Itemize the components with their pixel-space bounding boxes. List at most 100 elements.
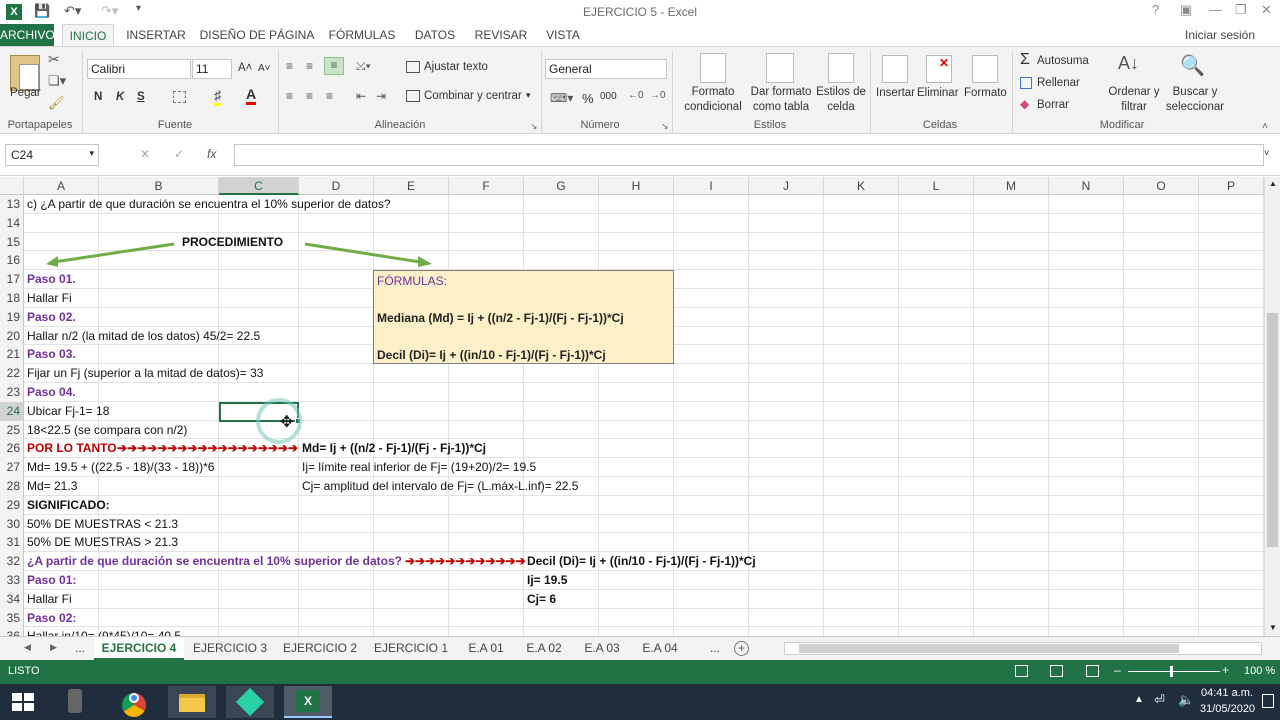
borders-icon[interactable] [173, 91, 186, 103]
signin-link[interactable]: Iniciar sesión [1180, 24, 1260, 46]
row-header[interactable]: 23 [0, 383, 24, 402]
number-launcher-icon[interactable]: ↘ [661, 121, 669, 132]
windows-start-icon[interactable] [12, 693, 34, 711]
row-header[interactable]: 19 [0, 307, 24, 327]
expand-formula-icon[interactable]: ˅ [1264, 148, 1269, 158]
row-header[interactable]: 24 [0, 401, 24, 421]
cell-text[interactable]: Ij= 19.5 [527, 571, 567, 590]
enter-formula-icon[interactable]: ✓ [174, 147, 184, 161]
bold-button[interactable]: N [94, 91, 102, 103]
cell-text[interactable]: Paso 02. [27, 308, 76, 327]
hscroll-thumb[interactable] [799, 644, 1179, 653]
font-name-select[interactable]: Calibri [87, 59, 191, 79]
cell-text[interactable]: Ij= límite real inferior de Fj= (19+20)/… [302, 458, 536, 477]
select-all-corner[interactable] [0, 177, 24, 195]
cell-styles-icon[interactable] [828, 53, 854, 83]
align-middle-icon[interactable]: ≡ [306, 59, 313, 73]
sheet-tab-ejercicio-4[interactable]: EJERCICIO 4 [94, 637, 184, 660]
autosum-button[interactable]: Autosuma [1037, 55, 1089, 67]
row-header[interactable]: 31 [0, 533, 24, 553]
sort-filter-icon[interactable]: A↓ [1118, 53, 1139, 74]
tab-diseno[interactable]: DISEÑO DE PÁGINA [198, 24, 316, 46]
zoom-out-icon[interactable]: – [1114, 663, 1121, 677]
column-header-c[interactable]: C [219, 177, 299, 195]
cell-text[interactable]: Hallar Fi [27, 289, 72, 308]
cell-text[interactable]: Fijar un Fj (superior a la mitad de dato… [27, 364, 263, 383]
column-header-h[interactable]: H [599, 177, 674, 195]
cell-text[interactable]: Decil (Di)= Ij + ((in/10 - Fj-1)/(Fj - F… [527, 552, 756, 571]
cell-text[interactable]: Paso 03. [27, 345, 76, 364]
conditional-format-button[interactable]: Formato condicional [678, 85, 748, 115]
format-cells-icon[interactable] [972, 55, 998, 83]
thousands-button[interactable]: 000 [600, 91, 617, 102]
orientation-icon[interactable]: ⤩▾ [356, 59, 371, 74]
align-bottom-icon[interactable]: ≡ [324, 57, 344, 75]
cancel-formula-icon[interactable]: ✕ [140, 147, 150, 161]
row-header[interactable]: 35 [0, 608, 24, 628]
column-header-l[interactable]: L [899, 177, 974, 195]
percent-button[interactable]: % [582, 91, 594, 106]
cell-text[interactable]: Paso 01. [27, 270, 76, 289]
row-header[interactable]: 14 [0, 213, 24, 233]
sheet-tab-ea-03[interactable]: E.A 03 [574, 637, 630, 660]
grow-font-icon[interactable]: A˄ [238, 62, 252, 74]
cell-text[interactable]: 18<22.5 (se compara con n/2) [27, 421, 187, 440]
column-header-d[interactable]: D [299, 177, 374, 195]
cut-icon[interactable]: ✂ [48, 51, 60, 68]
new-sheet-icon[interactable]: + [734, 641, 749, 656]
sheet-tab-ea-02[interactable]: E.A 02 [516, 637, 572, 660]
row-header[interactable]: 17 [0, 270, 24, 289]
sheet-tab-ejercicio-3[interactable]: EJERCICIO 3 [186, 637, 274, 660]
sheet-tab-ea-04[interactable]: E.A 04 [632, 637, 688, 660]
copy-icon[interactable]: ❏▾ [48, 73, 66, 89]
tab-inicio[interactable]: INICIO [62, 24, 114, 46]
cell-styles-button[interactable]: Estilos de celda [814, 85, 868, 115]
row-header[interactable]: 36 [0, 627, 24, 636]
font-color-icon[interactable]: A [246, 86, 257, 105]
minimize-icon[interactable]: — [1209, 2, 1222, 17]
find-select-icon[interactable]: 🔍 [1180, 53, 1205, 78]
font-size-select[interactable]: 11 [192, 59, 232, 79]
clear-icon[interactable]: ◆ [1020, 97, 1029, 111]
chrome-icon[interactable] [110, 686, 158, 718]
cell-text[interactable]: SIGNIFICADO: [27, 496, 110, 515]
column-header-m[interactable]: M [974, 177, 1049, 195]
close-icon[interactable]: ✕ [1261, 2, 1272, 18]
column-header-g[interactable]: G [524, 177, 599, 195]
sheet-tab-ejercicio-1[interactable]: EJERCICIO 1 [366, 637, 456, 660]
tab-revisar[interactable]: REVISAR [470, 24, 532, 46]
wrap-text-button[interactable]: Ajustar texto [424, 61, 488, 73]
cell-text[interactable]: 50% DE MUESTRAS > 21.3 [27, 533, 178, 552]
phone-app-icon[interactable] [52, 686, 100, 718]
file-explorer-icon[interactable] [168, 686, 216, 718]
tray-arrow-icon[interactable]: ▲ [1134, 694, 1144, 705]
tab-archivo[interactable]: ARCHIVO [0, 24, 55, 46]
row-header[interactable]: 29 [0, 495, 24, 515]
align-center-icon[interactable]: ≡ [306, 89, 313, 103]
delete-cells-button[interactable]: Eliminar [917, 87, 959, 99]
cell-text[interactable]: Hallar n/2 (la mitad de los datos) 45/2=… [27, 327, 260, 346]
conditional-format-icon[interactable] [700, 53, 726, 83]
row-header[interactable]: 26 [0, 439, 24, 459]
tab-formulas[interactable]: FÓRMULAS [324, 24, 400, 46]
vertical-scrollbar[interactable]: ▲ ▼ [1264, 177, 1280, 636]
filmora-icon[interactable] [226, 686, 274, 718]
normal-view-icon[interactable] [1015, 665, 1028, 677]
cell-text[interactable]: Hallar in/10= (9*45)/10= 40.5 [27, 627, 181, 636]
increase-indent-icon[interactable]: ⇥ [376, 89, 386, 103]
sheet-prev-icon[interactable]: ◀ [24, 642, 31, 653]
cell-text[interactable]: 50% DE MUESTRAS < 21.3 [27, 515, 178, 534]
zoom-level[interactable]: 100 % [1244, 665, 1275, 677]
merge-center-button[interactable]: Combinar y centrar [424, 90, 522, 102]
volume-icon[interactable]: 🔈 [1178, 692, 1194, 708]
row-header[interactable]: 27 [0, 458, 24, 477]
delete-cells-icon[interactable]: ✕ [926, 55, 952, 83]
column-header-p[interactable]: P [1199, 177, 1264, 195]
scroll-thumb[interactable] [1267, 313, 1278, 547]
insert-function-button[interactable]: fx [207, 147, 216, 161]
merge-dropdown-icon[interactable]: ▾ [526, 90, 531, 101]
tab-datos[interactable]: DATOS [408, 24, 462, 46]
horizontal-scrollbar[interactable] [784, 642, 1262, 655]
row-header[interactable]: 18 [0, 289, 24, 308]
row-header[interactable]: 32 [0, 552, 24, 571]
